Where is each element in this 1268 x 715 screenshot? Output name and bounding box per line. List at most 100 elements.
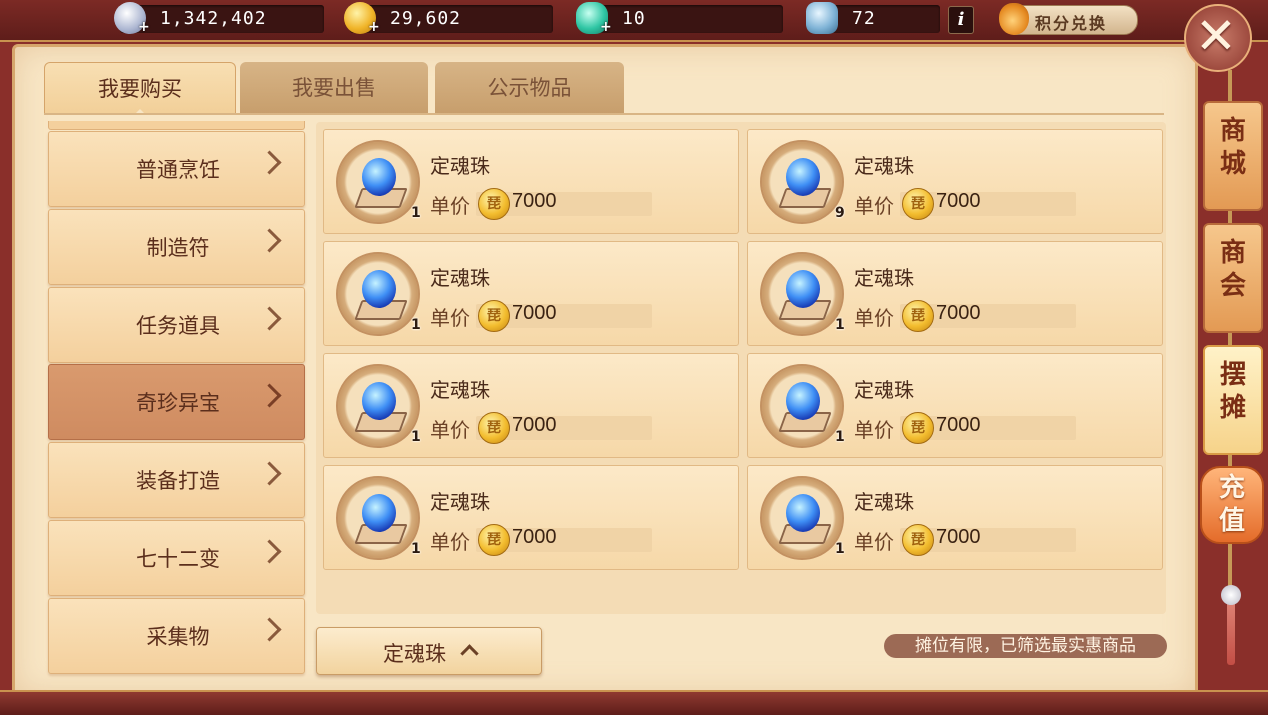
side-tab-label: 商城: [1219, 116, 1246, 179]
pot-amount: 72: [852, 8, 876, 29]
item-price: 7000: [512, 414, 557, 436]
item-price: 7000: [936, 526, 981, 548]
item-name: 定魂珠: [430, 266, 490, 290]
stall-notice: 摊位有限，已筛选最实惠商品: [884, 634, 1167, 658]
tab-sell-label: 我要出售: [292, 76, 376, 100]
gold-currency[interactable]: + 29,602: [344, 2, 553, 35]
category-item-crafting-talisman[interactable]: 制造符: [48, 209, 305, 285]
gold-coin-icon: 琵: [902, 188, 934, 220]
item-price: 7000: [512, 526, 557, 548]
item-card[interactable]: 1 定魂珠 单价 琵 7000: [323, 129, 739, 234]
item-icon-frame: [336, 476, 420, 560]
item-count: 1: [411, 429, 421, 445]
silver-amount: 1,342,402: [160, 8, 267, 29]
tab-sell[interactable]: 我要出售: [240, 62, 428, 114]
pot-currency[interactable]: 72: [806, 2, 940, 34]
item-icon-frame: [336, 252, 420, 336]
category-list-top-edge: [48, 121, 305, 130]
jade-currency[interactable]: + 10: [576, 2, 783, 35]
bead-decoration: [1221, 585, 1241, 605]
price-label: 单价: [430, 530, 470, 554]
points-exchange-button[interactable]: 积分兑换: [999, 3, 1138, 35]
soul-orb-icon: [362, 494, 396, 532]
item-price: 7000: [936, 190, 981, 212]
price-label: 单价: [430, 418, 470, 442]
side-tab-chamber[interactable]: 商会: [1203, 223, 1263, 333]
item-count: 1: [835, 429, 845, 445]
price-label: 单价: [854, 530, 894, 554]
category-item-cooking[interactable]: 普通烹饪: [48, 131, 305, 207]
item-price: 7000: [936, 302, 981, 324]
close-button[interactable]: ✕: [1180, 0, 1252, 72]
tab-public-items[interactable]: 公示物品: [435, 62, 624, 114]
gold-coin-icon: 琵: [902, 412, 934, 444]
item-price: 7000: [936, 414, 981, 436]
side-tab-label: 商会: [1219, 238, 1246, 301]
item-card[interactable]: 1 定魂珠 单价 琵 7000: [747, 241, 1163, 346]
price-label: 单价: [854, 306, 894, 330]
item-icon-frame: [760, 364, 844, 448]
tab-public-items-label: 公示物品: [487, 76, 572, 100]
recharge-button[interactable]: 充值: [1194, 462, 1266, 544]
recharge-label: 充值: [1218, 473, 1245, 536]
gold-coin-icon: 琵: [902, 524, 934, 556]
add-jade-icon[interactable]: +: [600, 19, 612, 35]
item-name: 定魂珠: [430, 154, 490, 178]
soul-orb-icon: [786, 158, 820, 196]
item-count: 1: [835, 317, 845, 333]
item-icon-frame: [760, 140, 844, 224]
item-card[interactable]: 1 定魂珠 单价 琵 7000: [323, 465, 739, 570]
gold-coin-icon: 琵: [478, 524, 510, 556]
gold-amount: 29,602: [390, 8, 462, 29]
filter-label: 定魂珠: [383, 642, 446, 666]
item-price: 7000: [512, 190, 557, 212]
soul-orb-icon: [362, 158, 396, 196]
item-card[interactable]: 1 定魂珠 单价 琵 7000: [323, 353, 739, 458]
item-count: 1: [835, 541, 845, 557]
item-name: 定魂珠: [854, 154, 914, 178]
info-button[interactable]: i: [948, 6, 974, 34]
price-label: 单价: [854, 194, 894, 218]
add-silver-icon[interactable]: +: [138, 19, 150, 35]
item-count: 1: [411, 205, 421, 221]
category-item-gathered-materials[interactable]: 采集物: [48, 598, 305, 674]
item-name: 定魂珠: [430, 378, 490, 402]
category-item-equipment-forging[interactable]: 装备打造: [48, 442, 305, 518]
category-item-seventy-two-transformations[interactable]: 七十二变: [48, 520, 305, 596]
side-tab-stall[interactable]: 摆摊: [1203, 345, 1263, 455]
currency-bar: + 1,342,402 + 29,602 + 10 72 i 积分兑换: [0, 0, 1268, 42]
tab-buy[interactable]: 我要购买: [44, 62, 236, 117]
category-item-quest-items[interactable]: 任务道具: [48, 287, 305, 363]
gold-coin-icon: 琵: [478, 188, 510, 220]
soul-orb-icon: [786, 494, 820, 532]
tab-buy-label: 我要购买: [98, 77, 182, 101]
item-icon-frame: [336, 140, 420, 224]
item-icon-frame: [760, 252, 844, 336]
item-count: 1: [411, 541, 421, 557]
silver-currency[interactable]: + 1,342,402: [114, 2, 324, 35]
item-icon-frame: [760, 476, 844, 560]
add-gold-icon[interactable]: +: [368, 19, 380, 35]
item-filter-button[interactable]: 定魂珠: [316, 627, 542, 675]
item-count: 9: [835, 205, 845, 221]
soul-orb-icon: [786, 382, 820, 420]
side-tab-mall[interactable]: 商城: [1203, 101, 1263, 211]
gold-coin-icon: 琵: [902, 300, 934, 332]
item-card[interactable]: 1 定魂珠 单价 琵 7000: [323, 241, 739, 346]
soul-orb-icon: [362, 382, 396, 420]
gold-coin-icon: 琵: [478, 412, 510, 444]
item-icon-frame: [336, 364, 420, 448]
soul-orb-icon: [786, 270, 820, 308]
item-name: 定魂珠: [430, 490, 490, 514]
item-card[interactable]: 1 定魂珠 单价 琵 7000: [747, 353, 1163, 458]
money-bag-icon: [999, 3, 1029, 35]
item-name: 定魂珠: [854, 378, 914, 402]
soul-orb-icon: [362, 270, 396, 308]
item-card[interactable]: 1 定魂珠 单价 琵 7000: [747, 465, 1163, 570]
jade-amount: 10: [622, 8, 646, 29]
category-item-rare-treasures[interactable]: 奇珍异宝: [48, 364, 305, 440]
item-card[interactable]: 9 定魂珠 单价 琵 7000: [747, 129, 1163, 234]
item-name: 定魂珠: [854, 490, 914, 514]
gold-coin-icon: 琵: [478, 300, 510, 332]
item-price: 7000: [512, 302, 557, 324]
